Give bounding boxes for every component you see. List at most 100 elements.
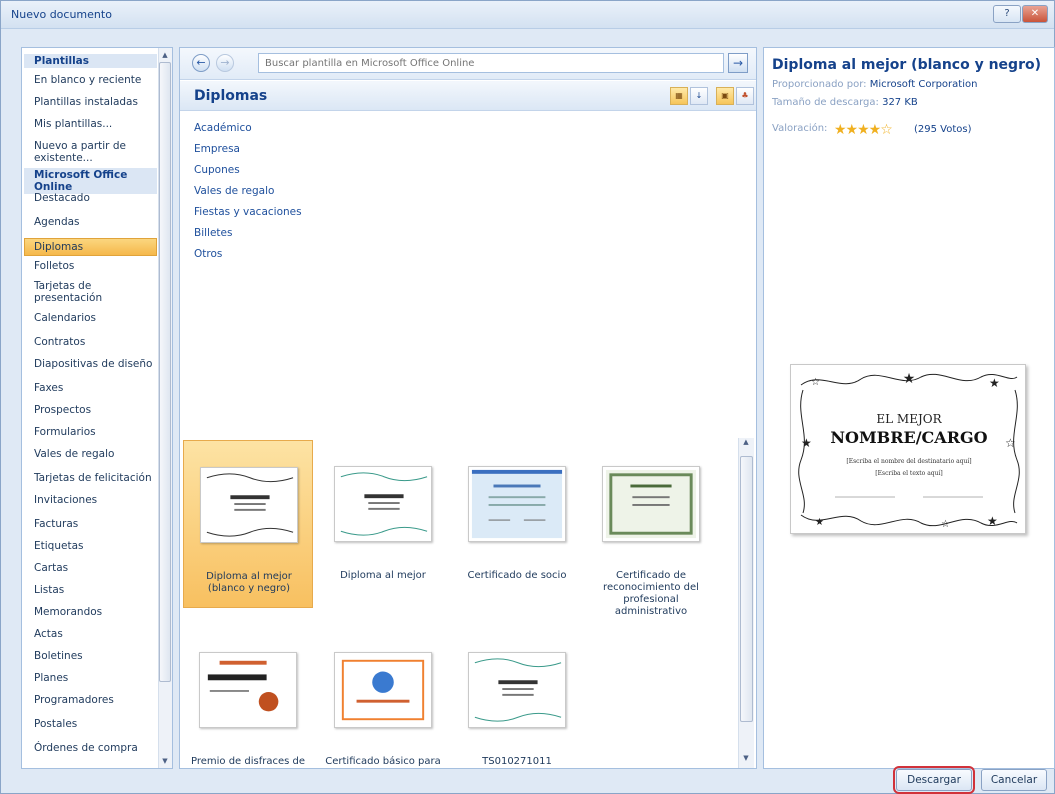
template-tile[interactable]: Diploma al mejor (blanco y negro)	[183, 440, 313, 608]
sidebar-item[interactable]: Boletines	[24, 650, 157, 664]
template-tile[interactable]: Certificado de socio	[452, 440, 582, 608]
sidebar-item[interactable]: Cartas	[24, 562, 157, 576]
template-grid: Diploma al mejor (blanco y negro) Diploma…	[180, 438, 756, 768]
download-button[interactable]: Descargar	[893, 766, 975, 794]
template-label: TS010271011	[482, 756, 552, 767]
preview-line2: NOMBRE/CARGO	[830, 428, 987, 447]
sidebar-item[interactable]: Actas	[24, 628, 157, 642]
help-button[interactable]: ?	[993, 5, 1021, 23]
template-label: Diploma al mejor	[340, 570, 426, 581]
cancel-button[interactable]: Cancelar	[981, 769, 1047, 791]
sidebar-item[interactable]: Folletos	[24, 260, 157, 274]
template-thumbnail[interactable]	[334, 652, 432, 728]
provider-label: Proporcionado por:	[772, 79, 867, 90]
template-tile[interactable]: TS010271011	[452, 626, 582, 768]
sidebar-item[interactable]: Diplomas	[24, 238, 157, 256]
category-link[interactable]: Empresa	[194, 143, 240, 155]
template-tile[interactable]: Diploma al mejor	[318, 440, 448, 608]
scroll-thumb[interactable]	[159, 62, 171, 682]
sidebar-item[interactable]: Etiquetas	[24, 540, 157, 554]
provider-line: Proporcionado por: Microsoft Corporation	[772, 79, 977, 90]
template-details-pane: Diploma al mejor (blanco y negro) Propor…	[763, 47, 1055, 769]
category-title: Diplomas	[194, 88, 268, 104]
svg-text:★: ★	[989, 376, 1000, 390]
sidebar-item[interactable]: Faxes	[24, 382, 157, 396]
sidebar-item[interactable]: Plantillas instaladas	[24, 96, 157, 110]
template-thumbnail[interactable]	[199, 652, 297, 728]
scroll-down-icon[interactable]: ▼	[739, 754, 753, 768]
template-tile[interactable]: Premio de disfraces de	[183, 626, 313, 768]
scroll-up-icon[interactable]: ▲	[739, 438, 753, 452]
category-link[interactable]: Vales de regalo	[194, 185, 274, 197]
votes-count: (295 Votos)	[914, 124, 972, 135]
sidebar-item[interactable]: Vales de regalo	[24, 448, 157, 462]
back-button[interactable]: ←	[192, 54, 210, 72]
sidebar-item[interactable]: Planes	[24, 672, 157, 686]
search-input[interactable]	[258, 53, 724, 73]
templates-scrollbar[interactable]: ▲ ▼	[738, 438, 754, 768]
scroll-down-icon[interactable]: ▼	[158, 754, 172, 768]
category-link[interactable]: Académico	[194, 122, 252, 134]
sidebar-item[interactable]: Mis plantillas...	[24, 118, 157, 132]
template-thumbnail[interactable]	[602, 466, 700, 542]
sidebar-item[interactable]: Agendas	[24, 216, 157, 230]
category-link[interactable]: Otros	[194, 248, 222, 260]
template-preview: ★ ★ ☆ ★ ☆ ★ ★ ☆ EL MEJOR NOMBRE/CARGO [E…	[790, 364, 1026, 534]
template-thumbnail[interactable]	[200, 467, 298, 543]
sidebar-item[interactable]: Memorandos	[24, 606, 157, 620]
view-thumbnails-icon[interactable]: ▣	[716, 87, 734, 105]
sidebar-item[interactable]: Tarjetas de presentación	[24, 280, 157, 304]
sidebar-item[interactable]: Calendarios	[24, 312, 157, 326]
template-tile[interactable]: Certificado de reconocimiento del profes…	[586, 440, 716, 617]
svg-text:☆: ☆	[811, 377, 820, 388]
sidebar-item[interactable]: Postales	[24, 718, 157, 732]
category-link[interactable]: Fiestas y vacaciones	[194, 206, 302, 218]
size-label: Tamaño de descarga:	[772, 97, 879, 108]
template-label: Certificado de reconocimiento del profes…	[603, 570, 699, 617]
sidebar-scrollbar[interactable]: ▲ ▼	[158, 48, 172, 768]
new-document-dialog: Nuevo documento ? ✕ Plantillas En blanco …	[0, 0, 1055, 794]
scroll-up-icon[interactable]: ▲	[158, 48, 172, 62]
preview-line1: EL MEJOR	[876, 412, 942, 426]
template-thumbnail[interactable]	[468, 652, 566, 728]
preview-line4: [Escriba el texto aquí]	[875, 470, 942, 477]
sidebar-item: Plantillas	[24, 54, 157, 68]
size-line: Tamaño de descarga: 327 KB	[772, 97, 918, 108]
sidebar-item[interactable]: Listas	[24, 584, 157, 598]
preview-line3: [Escriba el nombre del destinatario aquí…	[846, 458, 971, 465]
sort-ascending-icon[interactable]: ↓	[690, 87, 708, 105]
template-label: Certificado básico para	[325, 756, 441, 767]
sidebar-item[interactable]: Contratos	[24, 336, 157, 350]
sidebar-item[interactable]: Programadores	[24, 694, 157, 708]
template-thumbnail[interactable]	[334, 466, 432, 542]
sidebar-item[interactable]: Diapositivas de diseño	[24, 358, 157, 372]
sidebar-item[interactable]: Invitaciones	[24, 494, 157, 508]
svg-text:☆: ☆	[941, 519, 950, 530]
sort-icon[interactable]: ▦	[670, 87, 688, 105]
rating-stars-icon[interactable]: ★★★★☆	[834, 122, 893, 138]
sidebar-item[interactable]: En blanco y reciente	[24, 74, 157, 88]
sidebar-item[interactable]: Facturas	[24, 518, 157, 532]
sidebar-item[interactable]: Nuevo a partir de existente...	[24, 140, 157, 164]
provider-value[interactable]: Microsoft Corporation	[870, 79, 978, 90]
svg-text:★: ★	[815, 517, 824, 528]
sidebar-item[interactable]: Destacado	[24, 192, 157, 206]
search-go-button[interactable]: →	[728, 53, 748, 73]
template-tile[interactable]: Certificado básico para	[318, 626, 448, 768]
template-label: Premio de disfraces de	[190, 756, 306, 767]
close-button[interactable]: ✕	[1022, 5, 1048, 23]
category-link[interactable]: Cupones	[194, 164, 240, 176]
view-details-icon[interactable]: ♣	[736, 87, 754, 105]
template-thumbnail[interactable]	[468, 466, 566, 542]
svg-text:★: ★	[987, 514, 998, 528]
template-label: Diploma al mejor (blanco y negro)	[206, 571, 292, 594]
sidebar-item[interactable]: Prospectos	[24, 404, 157, 418]
forward-button[interactable]: →	[216, 54, 234, 72]
size-value: 327 KB	[882, 97, 918, 108]
sidebar-item[interactable]: Órdenes de compra	[24, 742, 157, 756]
sidebar-item[interactable]: Formularios	[24, 426, 157, 440]
category-link[interactable]: Billetes	[194, 227, 232, 239]
sidebar-item[interactable]: Tarjetas de felicitación	[24, 472, 157, 486]
scroll-thumb[interactable]	[740, 456, 753, 722]
svg-text:★: ★	[801, 436, 812, 450]
